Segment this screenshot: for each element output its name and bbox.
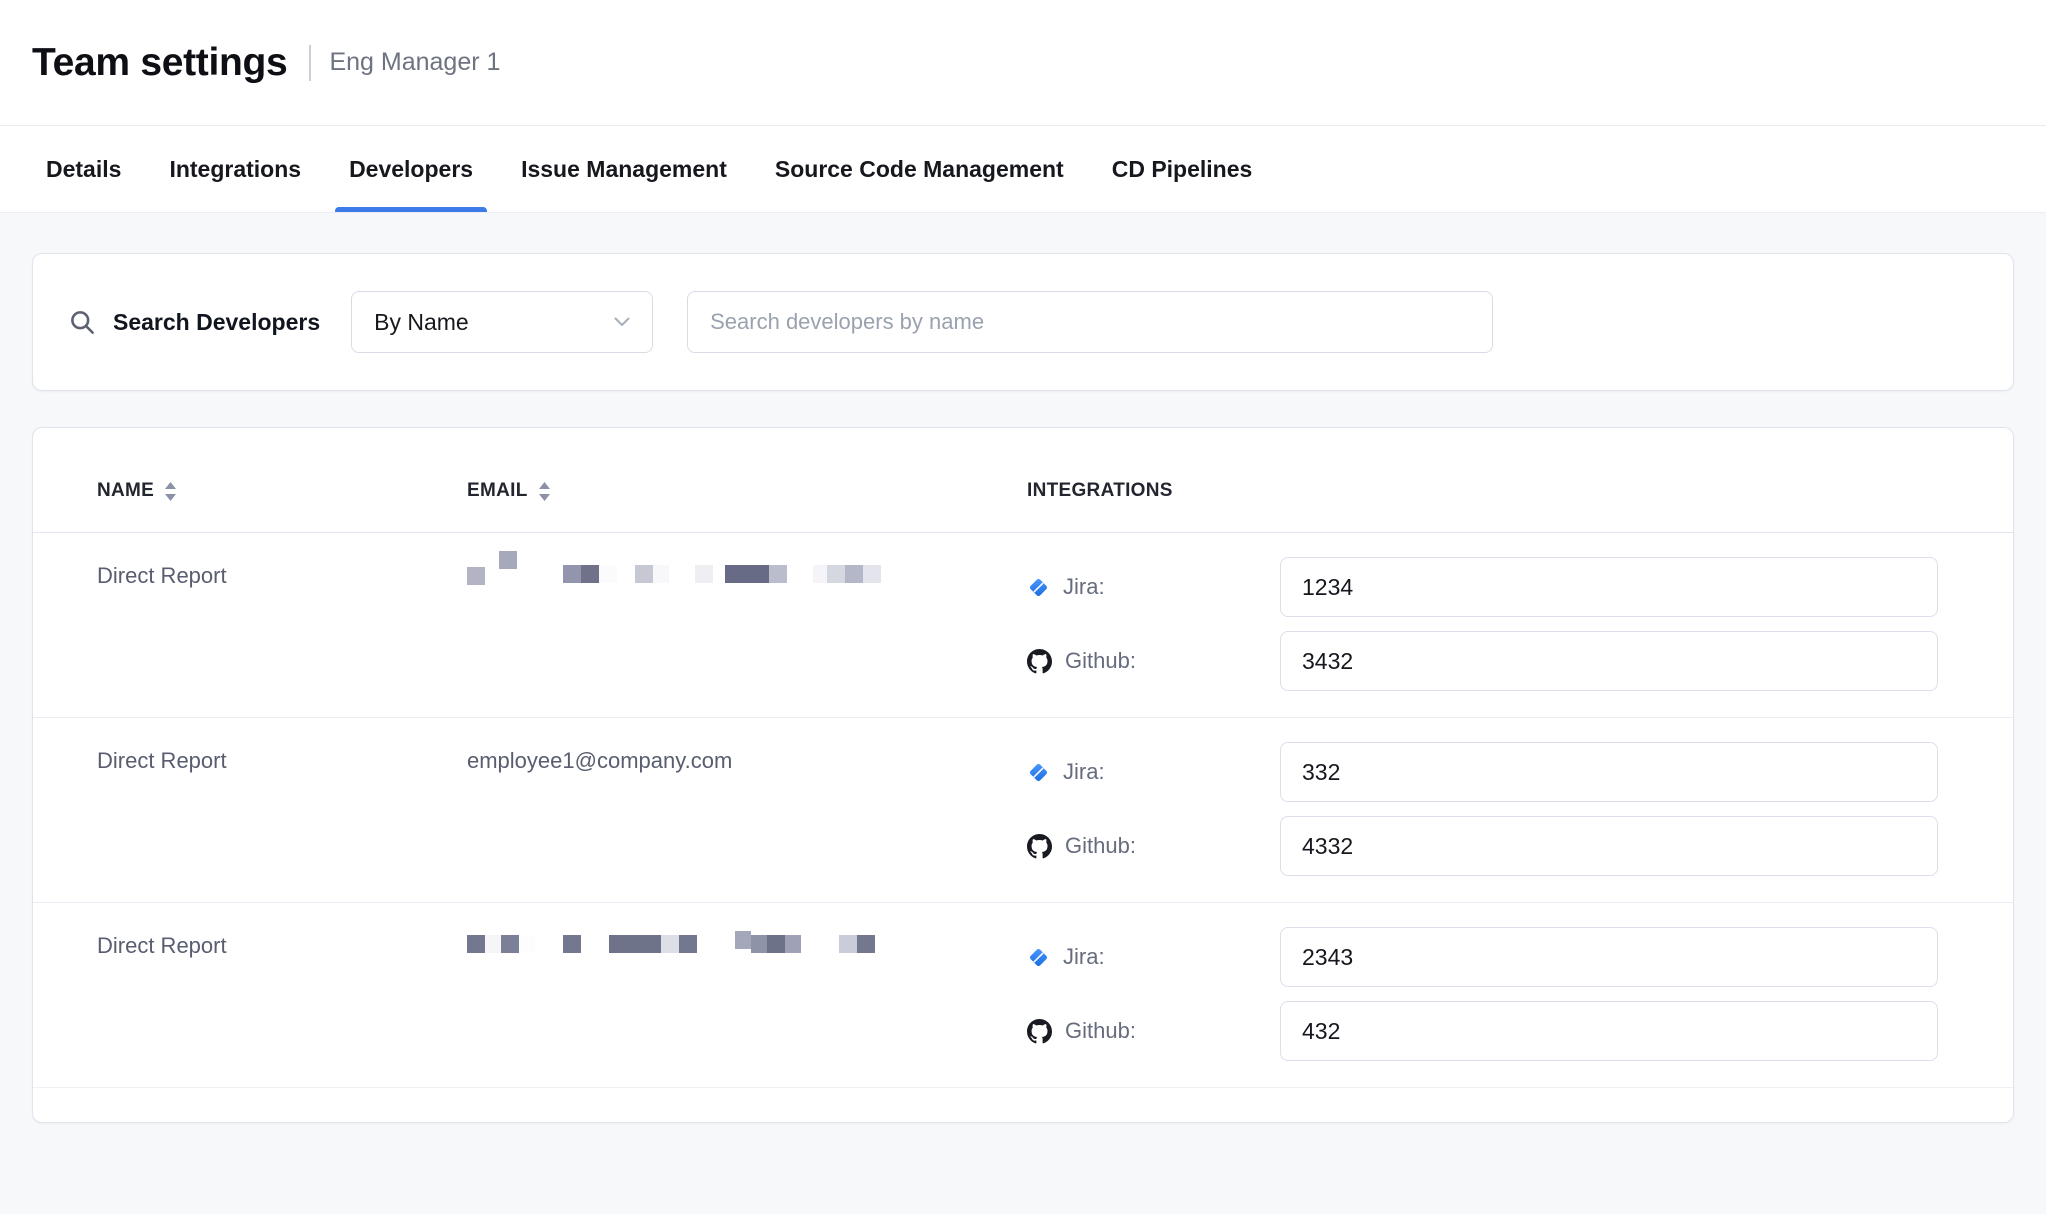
github-icon [1027,1019,1052,1044]
search-card: Search Developers By Name [32,253,2014,391]
github-icon [1027,649,1052,674]
jira-icon [1027,576,1050,599]
main-content: Search Developers By Name NAME EMAIL [0,213,2046,1123]
page-title: Team settings [32,41,287,85]
sort-icon[interactable] [538,482,551,501]
developer-name: Direct Report [97,742,227,776]
tab-details[interactable]: Details [32,126,135,212]
jira-icon [1027,946,1050,969]
jira-id-input[interactable] [1280,927,1938,987]
column-header-email[interactable]: EMAIL [467,480,551,502]
filter-select-value: By Name [374,309,469,336]
table-row: Direct Report Jira: [33,903,2013,1088]
tab-integrations[interactable]: Integrations [155,126,315,212]
jira-icon [1027,761,1050,784]
developer-name: Direct Report [97,557,227,591]
tab-bar: Details Integrations Developers Issue Ma… [0,126,2046,213]
github-label: Github: [1065,833,1136,859]
jira-label: Jira: [1063,574,1105,600]
table-row: Direct Report Jira: [33,533,2013,718]
github-label: Github: [1065,1018,1136,1044]
jira-label: Jira: [1063,759,1105,785]
tab-source-code-management[interactable]: Source Code Management [761,126,1078,212]
tab-issue-management[interactable]: Issue Management [507,126,741,212]
github-id-input[interactable] [1280,816,1938,876]
table-row: Direct Report employee1@company.com [33,718,2013,903]
github-icon [1027,834,1052,859]
sort-icon[interactable] [164,482,177,501]
redacted-email [467,927,1027,957]
chevron-down-icon [614,317,630,327]
title-separator [309,45,311,81]
developers-table: NAME EMAIL INTEGRATIONS [32,427,2014,1123]
search-input[interactable] [687,291,1493,353]
developer-email: employee1@company.com [467,742,732,776]
filter-select[interactable]: By Name [351,291,653,353]
jira-id-input[interactable] [1280,557,1938,617]
column-header-name[interactable]: NAME [97,480,177,502]
page-subtitle: Eng Manager 1 [329,48,500,77]
column-header-integrations: INTEGRATIONS [1027,480,1173,502]
github-label: Github: [1065,648,1136,674]
jira-id-input[interactable] [1280,742,1938,802]
table-header-row: NAME EMAIL INTEGRATIONS [33,428,2013,533]
tab-cd-pipelines[interactable]: CD Pipelines [1098,126,1267,212]
developer-name: Direct Report [97,927,227,961]
page-header: Team settings Eng Manager 1 [0,0,2046,126]
github-id-input[interactable] [1280,631,1938,691]
github-id-input[interactable] [1280,1001,1938,1061]
jira-label: Jira: [1063,944,1105,970]
tab-developers[interactable]: Developers [335,126,487,212]
search-label: Search Developers [113,309,320,336]
search-icon [69,309,96,336]
redacted-email [467,557,1027,587]
